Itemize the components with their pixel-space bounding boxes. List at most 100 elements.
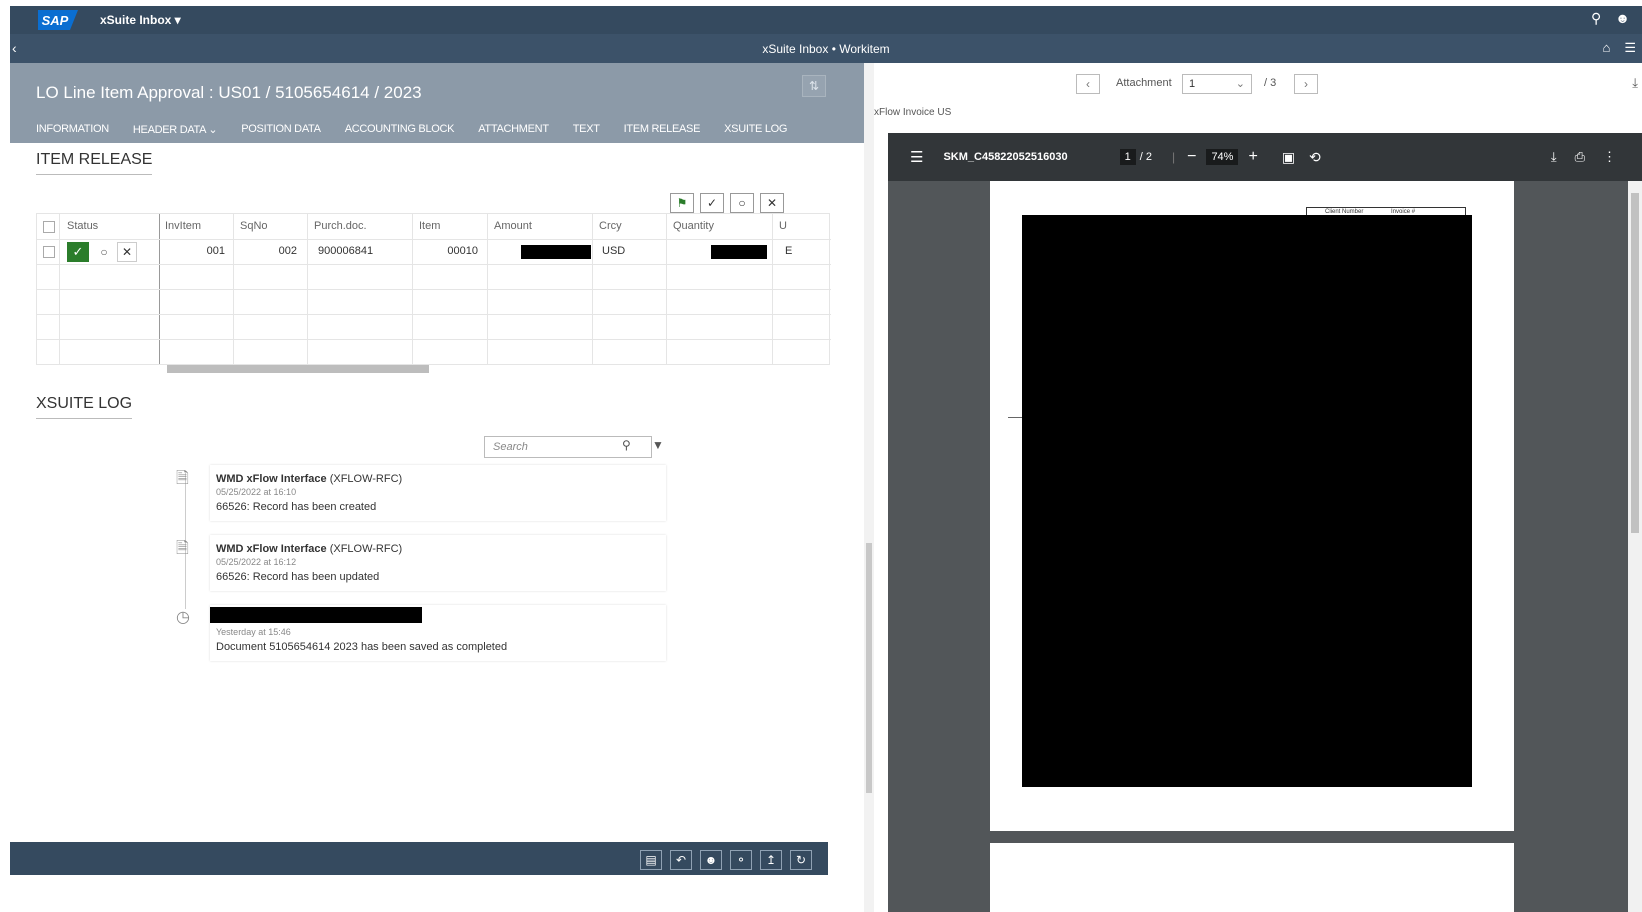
toolbar-divider: |	[1171, 150, 1176, 164]
reject-all-button[interactable]: ✕	[760, 193, 784, 213]
display-button[interactable]: ⚬	[730, 850, 752, 870]
app-title-menu[interactable]: xSuite Inbox ▾	[100, 13, 181, 27]
approve-status-button[interactable]: ✓	[67, 242, 89, 262]
pdf-toolbar: ☰ SKM_C45822052516030 1 / 2 | − 74% + ▣ …	[888, 133, 1642, 181]
log-author: WMD xFlow Interface	[216, 473, 327, 485]
home-icon[interactable]: ⌂	[1602, 40, 1610, 56]
undo-button[interactable]: ↶	[670, 850, 692, 870]
col-amount[interactable]: Amount	[488, 214, 532, 239]
col-unit[interactable]: U	[773, 214, 787, 239]
pdf-viewer[interactable]: Client Number Invoice #	[888, 181, 1628, 912]
attachment-select[interactable]: 1 ⌄	[1182, 74, 1252, 94]
pdf-page-total: / 2	[1139, 151, 1152, 163]
xsuite-log-title: XSUITE LOG	[36, 395, 133, 419]
partial-text-fragment	[1008, 417, 1022, 481]
footer-toolbar: ▤ ↶ ☻ ⚬ ↥ ↻	[10, 842, 828, 875]
search-icon[interactable]: ⚲	[1591, 10, 1601, 27]
next-attachment-button[interactable]: ›	[1294, 74, 1318, 94]
col-crcy[interactable]: Crcy	[593, 214, 622, 239]
zoom-level[interactable]: 74%	[1206, 149, 1239, 165]
item-release-title: ITEM RELEASE	[36, 151, 153, 175]
zoom-out-icon[interactable]: −	[1187, 148, 1196, 166]
forward-user-button[interactable]: ☻	[700, 850, 722, 870]
cell-unit: E	[785, 245, 793, 257]
refresh-button[interactable]: ↻	[790, 850, 812, 870]
row-checkbox[interactable]	[43, 246, 55, 258]
more-options-icon[interactable]: ⋮	[1603, 149, 1616, 165]
download-icon[interactable]: ⤓	[1551, 149, 1557, 165]
chevron-down-icon: ⌄	[1235, 78, 1245, 90]
pdf-page: Client Number Invoice #	[990, 181, 1514, 831]
tab-header-data[interactable]: HEADER DATA ⌄	[133, 123, 218, 136]
save-button[interactable]: ▤	[640, 850, 662, 870]
cell-purch-doc[interactable]: 900006841	[318, 239, 373, 264]
tab-information[interactable]: INFORMATION	[36, 123, 109, 136]
log-message: 66526: Record has been updated	[216, 571, 380, 583]
table-horizontal-scrollbar[interactable]	[167, 365, 429, 373]
log-timestamp: 05/25/2022 at 16:10	[216, 487, 297, 497]
search-icon[interactable]: ⚲	[622, 438, 631, 452]
col-purch-doc[interactable]: Purch.doc.	[308, 214, 367, 239]
prev-attachment-button[interactable]: ‹	[1076, 74, 1100, 94]
pane-splitter[interactable]	[864, 63, 874, 912]
sap-logo[interactable]: SAP	[38, 10, 78, 30]
log-message: Document 5105654614 2023 has been saved …	[216, 641, 508, 653]
download-attachment-icon[interactable]: ⤓	[1632, 75, 1638, 91]
pdf-page-input[interactable]: 1	[1119, 149, 1136, 165]
tab-attachment[interactable]: ATTACHMENT	[478, 123, 549, 136]
filter-icon[interactable]: ▼	[652, 438, 664, 452]
log-author-redacted	[210, 607, 422, 623]
col-quantity[interactable]: Quantity	[667, 214, 714, 239]
col-status[interactable]: Status	[61, 214, 98, 239]
reset-status-button[interactable]: ○	[95, 242, 113, 262]
attachment-total: / 3	[1264, 77, 1277, 89]
col-invitem[interactable]: InvItem	[159, 214, 201, 239]
attachment-current: 1	[1189, 78, 1196, 90]
log-author: WMD xFlow Interface	[216, 543, 327, 555]
item-release-table: Status InvItem SqNo Purch.doc. Item Amou…	[36, 213, 831, 365]
pdf-vertical-scrollbar[interactable]	[1628, 181, 1642, 912]
document-icon: 🗎	[176, 470, 189, 487]
reset-all-button[interactable]: ○	[730, 193, 754, 213]
log-entry: Yesterday at 15:46 Document 5105654614 2…	[210, 605, 666, 661]
tab-position-data[interactable]: POSITION DATA	[241, 123, 321, 136]
object-header: LO Line Item Approval : US01 / 510565461…	[10, 63, 864, 143]
pdf-filename: SKM_C45822052516030	[943, 151, 1068, 163]
cell-crcy: USD	[602, 245, 626, 257]
cell-invitem: 001	[206, 245, 225, 257]
expand-header-button[interactable]: ⇅	[802, 75, 826, 97]
document-icon: 🗎	[176, 540, 189, 557]
back-icon[interactable]: ‹	[12, 40, 17, 56]
pdf-scroll-thumb[interactable]	[1631, 193, 1639, 533]
approve-all-button[interactable]: ✓	[700, 193, 724, 213]
page-title: xSuite Inbox • Workitem	[762, 41, 890, 56]
log-entry: WMD xFlow Interface (XFLOW-RFC) 05/25/20…	[210, 535, 666, 591]
print-icon[interactable]: ⎙	[1575, 149, 1585, 165]
log-timestamp: Yesterday at 15:46	[216, 627, 291, 637]
tab-item-release[interactable]: ITEM RELEASE	[624, 123, 701, 136]
tab-xsuite-log[interactable]: XSUITE LOG	[724, 123, 787, 136]
rotate-icon[interactable]: ⟲	[1309, 149, 1321, 166]
log-system: (XFLOW-RFC)	[329, 473, 403, 485]
tab-accounting-block[interactable]: ACCOUNTING BLOCK	[345, 123, 455, 136]
reject-status-button[interactable]: ✕	[117, 242, 137, 262]
user-icon[interactable]: ☻	[1615, 10, 1630, 27]
log-system: (XFLOW-RFC)	[329, 543, 403, 555]
col-sqno[interactable]: SqNo	[234, 214, 268, 239]
flag-button[interactable]: ⚑	[670, 193, 694, 213]
quantity-redacted	[711, 245, 767, 259]
fit-page-icon[interactable]: ▣	[1282, 149, 1295, 166]
zoom-in-icon[interactable]: +	[1248, 148, 1257, 166]
document-type-label: xFlow Invoice US	[874, 107, 952, 118]
pdf-page-2	[990, 843, 1514, 912]
shell-bar: SAP xSuite Inbox ▾ ⚲ ☻	[10, 6, 1642, 34]
workitem-pane: LO Line Item Approval : US01 / 510565461…	[10, 63, 864, 912]
left-pane-scrollbar[interactable]	[866, 543, 872, 793]
select-all-checkbox[interactable]	[43, 221, 55, 233]
col-item[interactable]: Item	[413, 214, 440, 239]
menu-icon[interactable]: ☰	[1624, 40, 1636, 56]
menu-icon[interactable]: ☰	[910, 148, 923, 166]
tab-text[interactable]: TEXT	[573, 123, 600, 136]
object-title: LO Line Item Approval : US01 / 510565461…	[36, 83, 422, 102]
upload-button[interactable]: ↥	[760, 850, 782, 870]
